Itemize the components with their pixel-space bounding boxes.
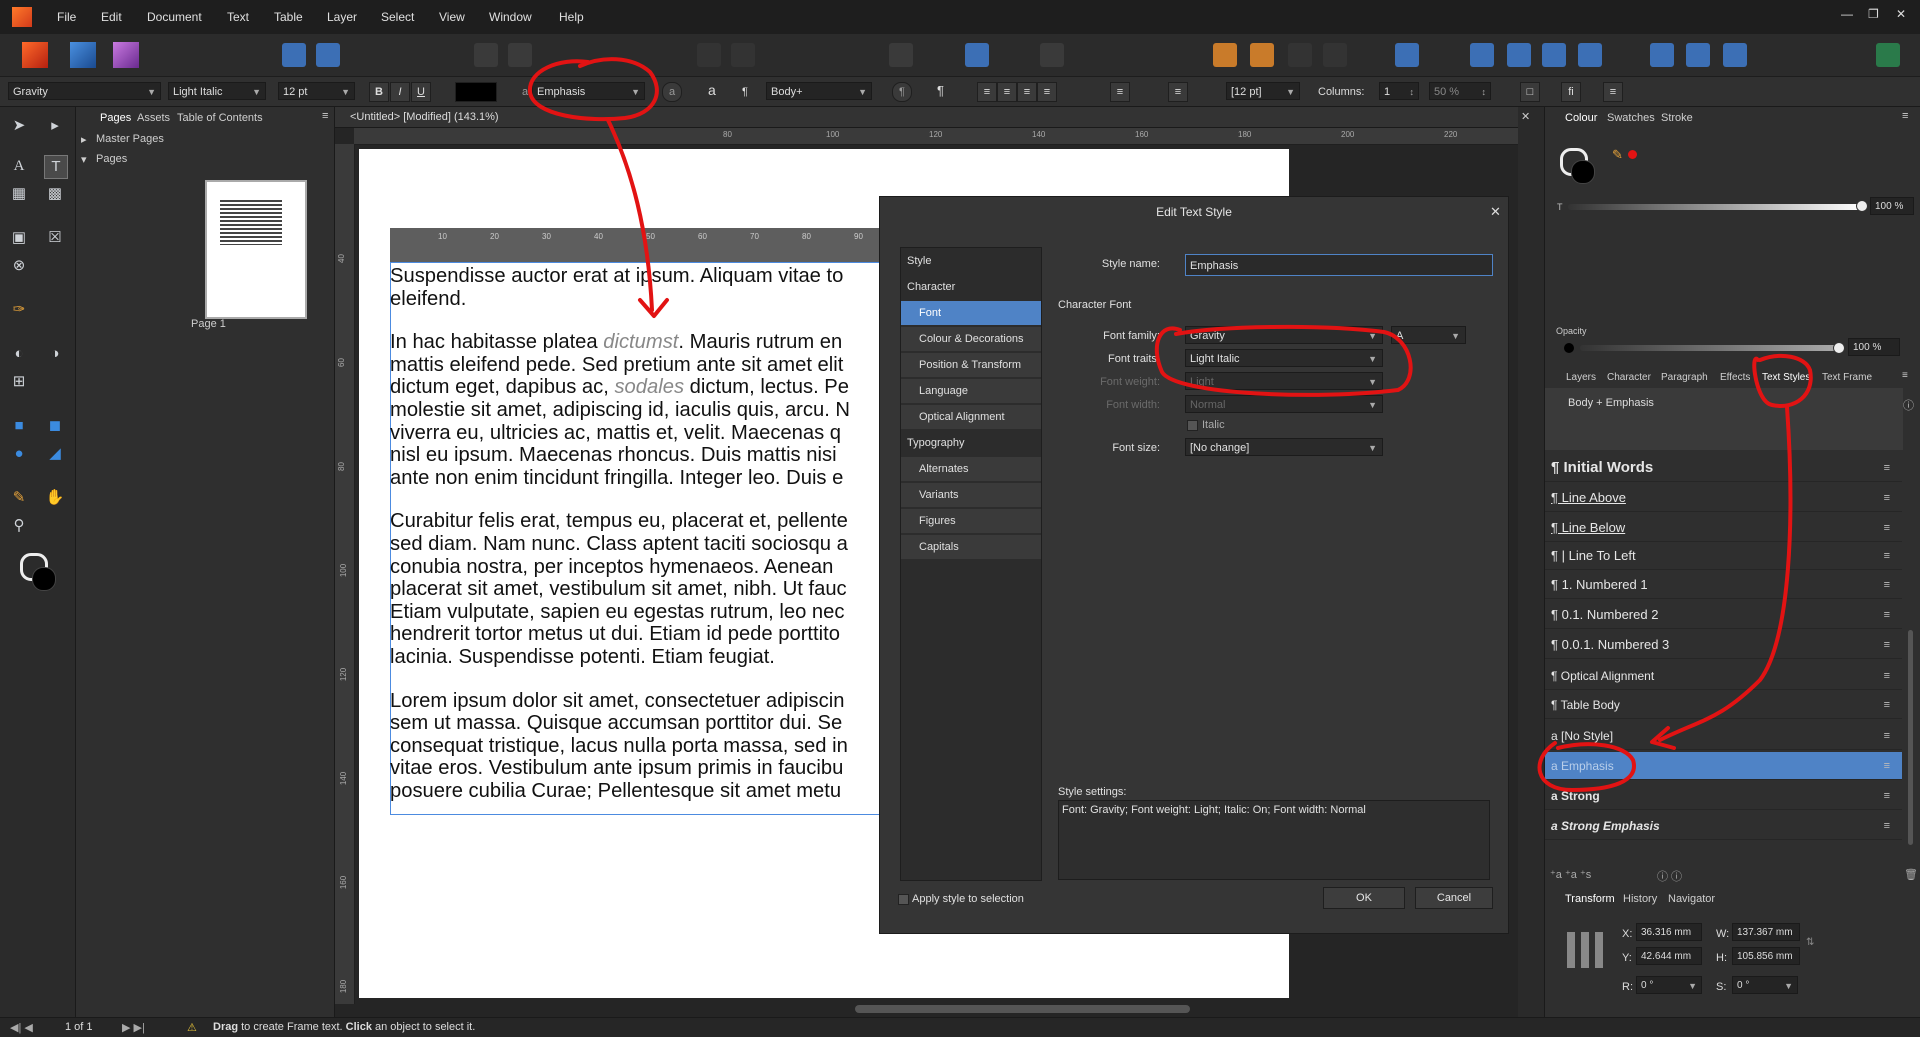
annotation-circle-font (1154, 324, 1413, 397)
annotation-circle-text-styles (1752, 353, 1813, 408)
annotation-arrow-2 (1658, 405, 1793, 742)
annotation-arrow-1 (606, 118, 654, 312)
red-annotation-overlay (527, 57, 1813, 792)
annotation-circle-emphasis (1537, 741, 1636, 792)
annotation-circle-char-style (527, 57, 659, 122)
